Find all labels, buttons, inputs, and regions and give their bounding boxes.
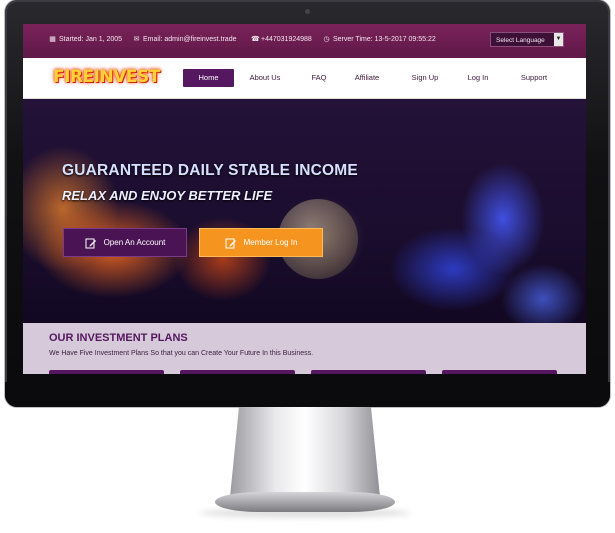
nav-affiliate[interactable]: Affiliate [349, 69, 385, 87]
nav-about-us[interactable]: About Us [245, 69, 285, 87]
clock-icon: ◷ [323, 36, 330, 43]
website-screen: ▦ Started: Jan 1, 2005 ✉ Email: admin@fi… [23, 24, 586, 374]
server-time-info: ◷ Server Time: 13-5-2017 09:55:22 [323, 36, 436, 43]
plan-card[interactable] [49, 370, 164, 374]
main-navbar: FIREINVEST Home About Us FAQ Affiliate S… [23, 58, 586, 99]
nav-log-in[interactable]: Log In [463, 69, 493, 87]
open-account-button[interactable]: Open An Account [63, 228, 187, 257]
member-login-label: Member Log In [243, 238, 298, 247]
hero-title: GUARANTEED DAILY STABLE INCOME [62, 162, 358, 179]
started-info: ▦ Started: Jan 1, 2005 [49, 36, 122, 43]
edit-icon [225, 238, 236, 248]
monitor-chin [5, 382, 610, 407]
hero-subtitle: RELAX AND ENJOY BETTER LIFE [62, 188, 273, 203]
site-logo[interactable]: FIREINVEST [53, 67, 160, 87]
phone-text: +447031924988 [261, 36, 312, 43]
plan-card[interactable] [311, 370, 426, 374]
hero-banner: GUARANTEED DAILY STABLE INCOME RELAX AND… [23, 99, 586, 323]
language-select[interactable]: Select Language ▼ [490, 32, 564, 47]
plan-card[interactable] [180, 370, 295, 374]
calendar-icon: ▦ [49, 36, 56, 43]
open-account-label: Open An Account [103, 238, 166, 247]
email-info[interactable]: ✉ Email: admin@fireinvest.trade [133, 36, 237, 43]
plans-subtitle: We Have Five Investment Plans So that yo… [49, 350, 314, 357]
envelope-icon: ✉ [133, 36, 140, 43]
language-select-label: Select Language [496, 37, 545, 44]
member-login-button[interactable]: Member Log In [199, 228, 323, 257]
server-time-text: Server Time: 13-5-2017 09:55:22 [333, 36, 436, 43]
camera-dot [305, 9, 310, 14]
monitor-stand-base [215, 492, 395, 512]
nav-sign-up[interactable]: Sign Up [406, 69, 444, 87]
plans-title: OUR INVESTMENT PLANS [49, 332, 188, 344]
monitor-stand-neck [230, 407, 380, 497]
investment-plans-section: OUR INVESTMENT PLANS We Have Five Invest… [23, 323, 586, 374]
nav-support[interactable]: Support [516, 69, 552, 87]
nav-home[interactable]: Home [183, 69, 234, 87]
email-text[interactable]: Email: admin@fireinvest.trade [143, 36, 236, 43]
top-info-bar: ▦ Started: Jan 1, 2005 ✉ Email: admin@fi… [23, 24, 586, 58]
nav-faq[interactable]: FAQ [305, 69, 333, 87]
chevron-down-icon[interactable]: ▼ [554, 33, 563, 46]
phone-icon: ☎ [251, 36, 260, 43]
phone-info: ☎ +447031924988 [251, 36, 312, 43]
plan-card[interactable] [442, 370, 557, 374]
started-text: Started: Jan 1, 2005 [59, 36, 123, 43]
edit-icon [85, 238, 96, 248]
